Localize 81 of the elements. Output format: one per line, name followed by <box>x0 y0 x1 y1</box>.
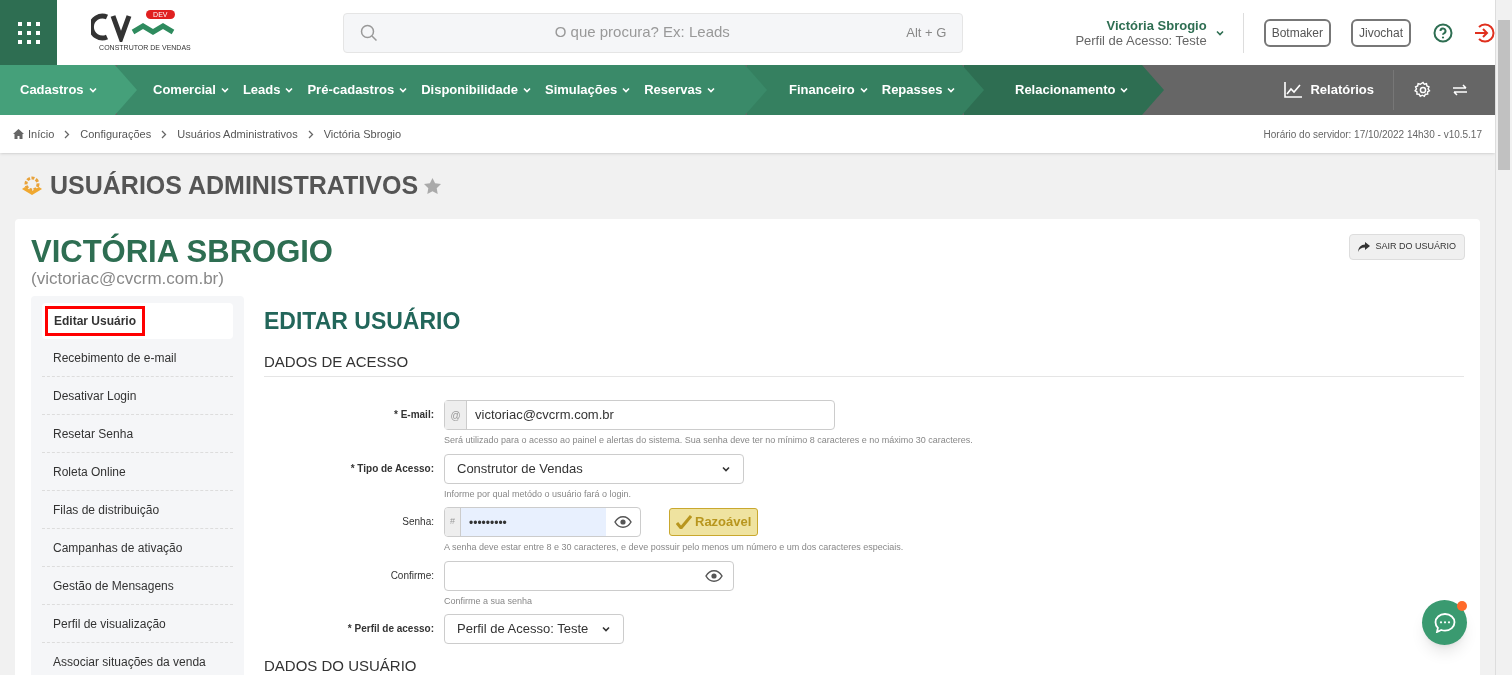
user-profile: Perfil de Acesso: Teste <box>1075 32 1207 48</box>
nav-menu-item[interactable]: Pré-cadastros <box>307 80 409 100</box>
chevron-down-icon <box>398 85 409 95</box>
sidebar-item[interactable]: Recebimento de e-mail <box>42 339 233 377</box>
field-label: * E-mail: <box>393 408 435 422</box>
form-title: EDITAR USUÁRIO <box>264 306 462 336</box>
password-strength-badge: Razoável <box>669 508 759 536</box>
chat-bubble-icon <box>1433 612 1456 633</box>
breadcrumb-current: Victória Sbrogio <box>323 126 402 142</box>
chevron-right-icon <box>161 129 168 139</box>
help-text: Confirme a sua senha <box>444 594 534 608</box>
grid-icon <box>16 20 41 45</box>
nav-menu-item[interactable]: Reservas <box>644 80 717 100</box>
line-chart-icon <box>1284 82 1303 98</box>
check-icon <box>676 515 692 529</box>
scrollbar[interactable] <box>1495 0 1512 675</box>
chevron-down-icon <box>1119 85 1130 95</box>
nav-menu-item[interactable]: Simulações <box>544 80 632 100</box>
sidebar-item[interactable]: Gestão de Mensagens <box>42 567 233 605</box>
breadcrumb-link[interactable]: Início <box>28 125 55 143</box>
sidebar-item[interactable]: Desativar Login <box>42 377 233 415</box>
breadcrumb-link[interactable]: Configurações <box>80 125 152 143</box>
field-label: Confirme: <box>389 568 435 583</box>
confirm-password-field[interactable] <box>444 560 734 591</box>
chevron-down-icon <box>219 85 230 95</box>
user-name[interactable]: Victória Sbrogio <box>1075 17 1207 33</box>
share-arrow-icon <box>1358 242 1371 252</box>
sidebar-item[interactable]: Associar situações da venda <box>42 643 233 675</box>
chevron-right-icon <box>307 129 314 139</box>
sidebar-item[interactable]: Roleta Online <box>42 453 233 491</box>
nav-menu-item[interactable]: Comercial <box>153 80 230 100</box>
search-icon <box>360 23 379 42</box>
user-name-heading: VICTÓRIA SBROGIO <box>31 234 333 270</box>
reports-link[interactable]: Relatórios <box>1284 80 1374 100</box>
nav-menu-item[interactable]: Leads <box>242 80 295 100</box>
help-text: Será utilizado para o acesso ao painel e alertas do sistema. Sua senha deve ter no mínimo 8 caracteres e no máximo 30 caracteres. <box>444 434 973 447</box>
chevron-right-icon <box>64 129 71 139</box>
apps-menu-button[interactable] <box>0 0 58 65</box>
password-field[interactable]: # ••••••••• <box>444 507 641 537</box>
user-email: (victoriac@cvcrm.com.br) <box>31 270 225 288</box>
field-label: Senha: <box>401 515 435 529</box>
star-icon[interactable] <box>424 178 442 194</box>
shortcut-hint: Alt + G <box>906 23 947 42</box>
field-label: * Perfil de acesso: <box>346 622 435 636</box>
select-field[interactable]: Perfil de Acesso: Teste <box>444 614 624 644</box>
field-label: * Tipo de Acesso: <box>349 461 435 476</box>
chevron-down-icon <box>87 85 98 95</box>
exit-user-button[interactable]: SAIR DO USUÁRIO <box>1349 234 1465 260</box>
chevron-down-icon <box>601 624 611 634</box>
help-icon[interactable] <box>1433 22 1453 43</box>
section-heading: DADOS DO USUÁRIO <box>264 655 1464 675</box>
chevron-down-icon <box>621 85 632 95</box>
gear-box-icon <box>20 175 44 197</box>
help-text: A senha deve estar entre 8 e 30 caracteres, e deve possuir pelo menos um número e um dos caracteres especiais. <box>444 541 904 554</box>
settings-icon[interactable] <box>1414 81 1432 99</box>
chevron-down-icon <box>706 85 717 95</box>
help-text: Informe por qual metódo o usuário fará o login. <box>444 487 633 501</box>
section-heading: DADOS DE ACESSO <box>264 350 1464 377</box>
header-button[interactable]: Botmaker <box>1263 18 1331 47</box>
sidebar-item[interactable]: Resetar Senha <box>42 415 233 453</box>
swap-arrows-icon[interactable] <box>1452 84 1468 96</box>
select-field[interactable]: Construtor de Vendas <box>444 453 744 484</box>
sidebar-item[interactable]: Perfil de visualização <box>42 605 233 643</box>
nav-menu-item[interactable]: Financeiro <box>789 80 869 100</box>
breadcrumb-link[interactable]: Usuários Administrativos <box>177 125 298 143</box>
sidebar-item[interactable]: Filas de distribuição <box>42 491 233 529</box>
page-title: USUÁRIOS ADMINISTRATIVOS <box>50 170 419 202</box>
nav-menu-item[interactable]: Repasses <box>881 80 957 100</box>
chevron-down-icon <box>946 85 957 95</box>
eye-icon[interactable] <box>705 569 723 582</box>
sidebar-item[interactable]: Editar Usuário <box>42 303 233 339</box>
email-field[interactable]: @ victoriac@cvcrm.com.br <box>444 400 835 430</box>
nav-menu-item[interactable]: Disponibilidade <box>421 80 532 100</box>
logout-icon[interactable] <box>1473 21 1495 44</box>
chevron-down-icon <box>284 85 295 95</box>
sidebar-item[interactable]: Campanhas de ativação <box>42 529 233 567</box>
header-button[interactable]: Jivochat <box>1351 18 1411 47</box>
chevron-down-icon <box>521 85 532 95</box>
server-time: Horário do servidor: 17/10/2022 14h30 - v10.5.17 <box>1263 127 1482 142</box>
chevron-down-icon <box>858 85 869 95</box>
home-icon <box>13 129 24 139</box>
